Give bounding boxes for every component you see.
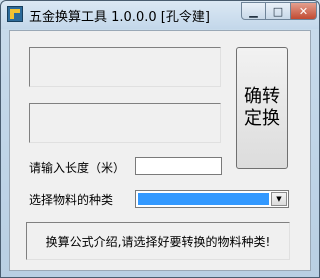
app-window: 五金换算工具 1.0.0.0 [孔令建] ▁ □ ✕ 确转 定换 请输入长度（米… xyxy=(0,0,320,278)
formula-info-box: 换算公式介绍,请选择好要转换的物料种类! xyxy=(26,222,290,260)
chevron-down-icon[interactable]: ▼ xyxy=(271,192,287,206)
maximize-button[interactable]: □ xyxy=(266,2,291,20)
maximize-icon: □ xyxy=(272,4,284,18)
client-area: 确转 定换 请输入长度（米） 选择物料的种类 ▼ 换算公式介绍,请选择好要转换的… xyxy=(9,30,311,271)
app-icon xyxy=(7,6,23,22)
confirm-label-line2: 定换 xyxy=(244,108,280,129)
window-title: 五金换算工具 1.0.0.0 [孔令建] xyxy=(29,10,210,25)
result-display-2 xyxy=(29,103,221,143)
close-icon: ✕ xyxy=(298,4,309,18)
minimize-icon: ▁ xyxy=(249,4,258,18)
material-selected-value xyxy=(138,193,269,205)
confirm-convert-button[interactable]: 确转 定换 xyxy=(236,47,288,169)
length-input[interactable] xyxy=(135,157,222,175)
close-button[interactable]: ✕ xyxy=(291,2,317,20)
length-label: 请输入长度（米） xyxy=(29,161,126,175)
result-display-1 xyxy=(29,47,221,87)
title-bar[interactable]: 五金换算工具 1.0.0.0 [孔令建] ▁ □ ✕ xyxy=(1,1,319,29)
confirm-label-line1: 确转 xyxy=(244,86,280,107)
material-type-select[interactable]: ▼ xyxy=(135,190,289,208)
minimize-button[interactable]: ▁ xyxy=(241,2,266,20)
material-type-label: 选择物料的种类 xyxy=(29,193,114,207)
